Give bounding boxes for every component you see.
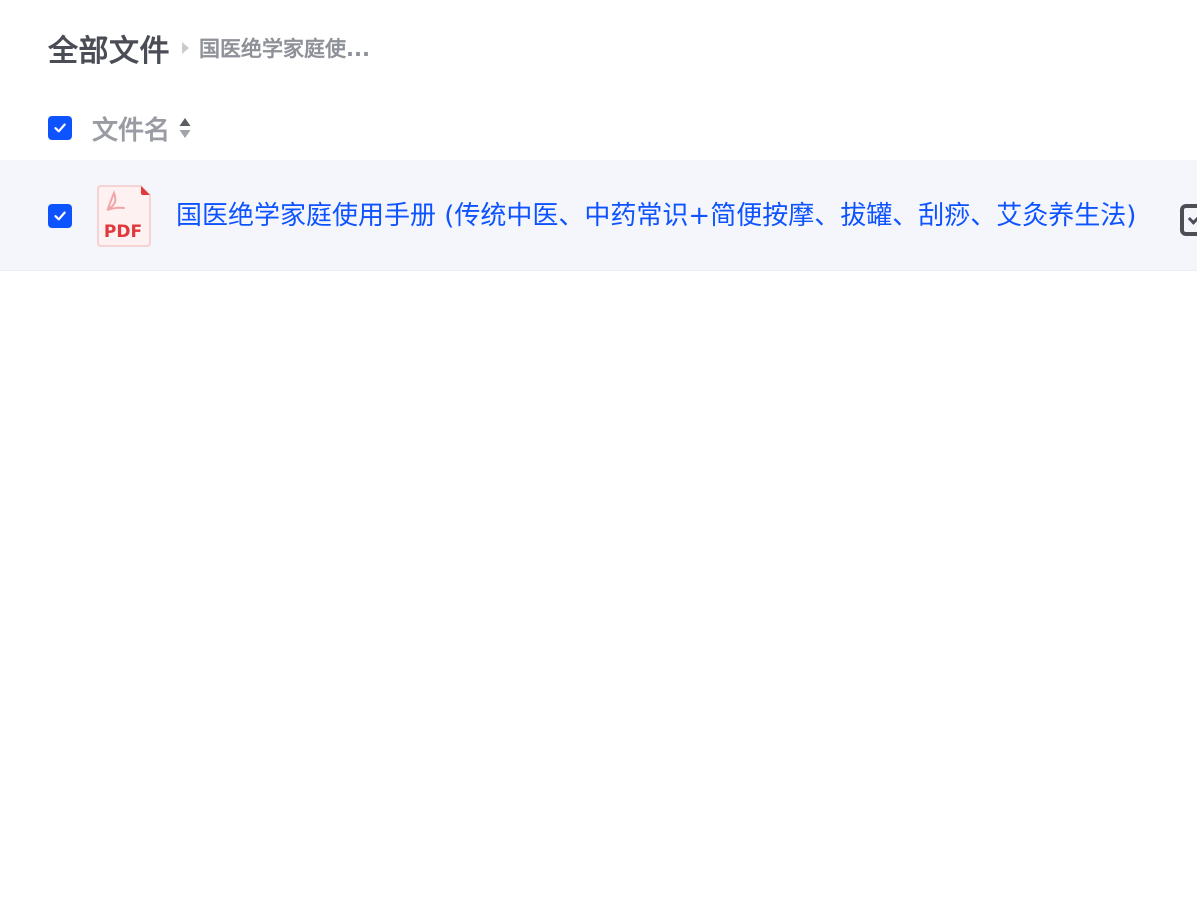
column-header-filename[interactable]: 文件名 [92,110,192,147]
breadcrumb-separator-icon [182,42,189,54]
breadcrumb: 全部文件 国医绝学家庭使... [48,26,370,70]
column-header-filename-label: 文件名 [92,115,171,146]
pdf-label: PDF [104,222,142,242]
file-browser: 全部文件 国医绝学家庭使... 文件名 PDF 国医绝学家庭使用手册 (传统中医… [0,0,1197,914]
check-icon [54,123,66,133]
file-name-link[interactable]: 国医绝学家庭使用手册 (传统中医、中药常识+简便按摩、拔罐、刮痧、艾灸养生法) [176,196,1161,236]
check-icon [54,211,66,221]
row-action-icon[interactable] [1180,204,1197,236]
pdf-file-icon: PDF [97,185,151,247]
breadcrumb-current: 国医绝学家庭使... [199,37,370,61]
row-checkbox[interactable] [48,204,72,228]
sort-icon[interactable] [178,116,192,140]
table-row[interactable]: PDF 国医绝学家庭使用手册 (传统中医、中药常识+简便按摩、拔罐、刮痧、艾灸养… [0,160,1197,271]
breadcrumb-root[interactable]: 全部文件 [48,26,170,70]
select-all-checkbox[interactable] [48,116,72,140]
list-header: 文件名 [0,104,1197,152]
